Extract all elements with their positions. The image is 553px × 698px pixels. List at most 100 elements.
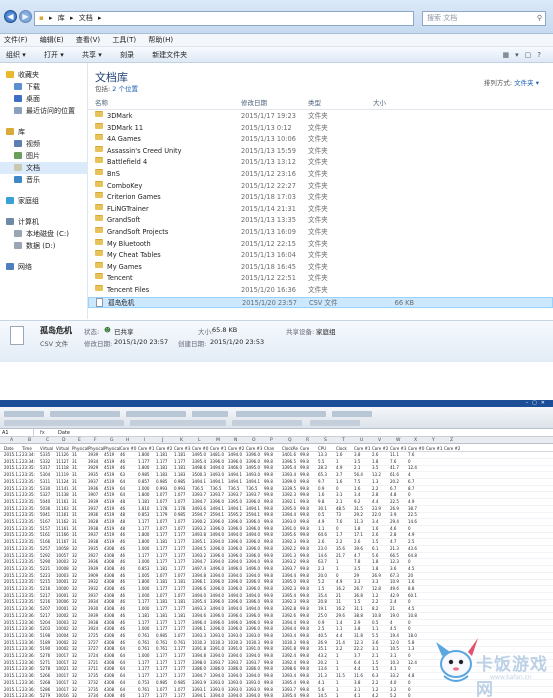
sheet-cell[interactable]: 3393.0 <box>282 519 299 526</box>
sheet-cell[interactable]: 99.8 <box>264 633 281 640</box>
sheet-cell[interactable]: 3396.0 <box>228 519 245 526</box>
sheet-cell[interactable]: 1.177 <box>174 660 191 667</box>
sheet-cell[interactable]: 5040 <box>40 499 57 506</box>
sheet-cell[interactable]: 0.857 <box>138 479 155 486</box>
menu-view[interactable]: 查看(V) <box>76 36 100 44</box>
column-letter[interactable]: Q <box>288 437 292 444</box>
sheet-cell[interactable]: 3394.0 <box>210 673 227 680</box>
sheet-cell[interactable]: 3594.1 <box>210 512 227 519</box>
sheet-cell[interactable]: 12.3 <box>390 559 407 566</box>
sheet-cell[interactable]: 4.4 <box>372 499 389 506</box>
sheet-cell[interactable]: 1.077 <box>156 687 173 694</box>
sheet-row[interactable]: 2015.1.2023:35:5157111613139384519481.17… <box>0 526 553 533</box>
sheet-cell[interactable]: 99.8 <box>300 499 317 506</box>
sheet-cell[interactable]: 5276 <box>40 653 57 660</box>
sheet-cell[interactable]: 5.5 <box>372 633 389 640</box>
sheet-header-cell[interactable]: Core <box>300 445 317 452</box>
sheet-cell[interactable]: 0.761 <box>138 646 155 653</box>
sheet-cell[interactable]: 5311 <box>40 479 57 486</box>
sheet-cell[interactable]: 3.4 <box>354 492 371 499</box>
sheet-cell[interactable]: 3396.1 <box>192 579 209 586</box>
sheet-cell[interactable]: 5268 <box>40 680 57 687</box>
sheet-cell[interactable]: 1.3 <box>408 646 425 653</box>
sheet-cell[interactable]: 32 <box>72 666 89 673</box>
column-letter[interactable]: S <box>324 437 327 444</box>
sheet-cell[interactable]: 21.3 <box>390 546 407 553</box>
sheet-cell[interactable]: 2015.1.20 <box>4 646 21 653</box>
sheet-cell[interactable]: 4.6 <box>390 526 407 533</box>
sheet-cell[interactable]: 3392.1 <box>282 499 299 506</box>
sheet-cell[interactable]: 99.8 <box>264 546 281 553</box>
sheet-cell[interactable]: 3386.0 <box>192 666 209 673</box>
sheet-cell[interactable]: 1.178 <box>174 506 191 513</box>
search-input[interactable]: 搜索 文档 ⚲ <box>422 11 546 26</box>
sheet-cell[interactable]: 99.8 <box>300 693 317 698</box>
sheet-cell[interactable]: 12.4 <box>408 660 425 667</box>
sheet-cell[interactable]: 0.985 <box>174 479 191 486</box>
sheet-cell[interactable]: 23:36: <box>22 687 39 694</box>
sheet-cell[interactable]: 23:35: <box>22 586 39 593</box>
sheet-cell[interactable]: 1.077 <box>174 633 191 640</box>
sheet-cell[interactable]: 4.8 <box>408 673 425 680</box>
sheet-cell[interactable]: 5330 <box>40 486 57 493</box>
sheet-cell[interactable]: 46 <box>120 593 137 600</box>
sheet-cell[interactable]: 3396.0 <box>228 626 245 633</box>
sheet-cell[interactable]: 20 <box>408 573 425 580</box>
sheet-cell[interactable]: 3924 <box>88 626 105 633</box>
column-letter[interactable]: U <box>360 437 363 444</box>
sheet-cell[interactable]: 5317 <box>40 465 57 472</box>
sheet-cell[interactable]: 3939 <box>88 499 105 506</box>
sheet-cell[interactable]: 3396.0 <box>246 613 263 620</box>
sheet-cell[interactable]: 2015.1.20 <box>4 687 21 694</box>
sheet-cell[interactable]: 46 <box>120 626 137 633</box>
sheet-cell[interactable]: 11138 <box>56 492 73 499</box>
sheet-cell[interactable]: 61.6 <box>390 472 407 479</box>
sheet-cell[interactable]: 5.2 <box>390 693 407 698</box>
sheet-cell[interactable]: 60.1 <box>408 593 425 600</box>
sheet-cell[interactable]: 99.8 <box>300 633 317 640</box>
sheet-cell[interactable]: 64 <box>120 646 137 653</box>
sheet-cell[interactable]: 2.2 <box>336 646 353 653</box>
sheet-cell[interactable]: 3394.7 <box>192 559 209 566</box>
file-row[interactable]: 孤岛危机 2015/1/20 23:57 CSV 文件 66 KB <box>88 296 553 309</box>
sheet-cell[interactable]: 3493.0 <box>210 472 227 479</box>
sheet-cell[interactable]: 3393.0 <box>228 680 245 687</box>
arrange-dropdown[interactable]: 文件夹 ▾ <box>514 79 539 87</box>
sheet-cell[interactable]: 4.1 <box>318 680 335 687</box>
sheet-cell[interactable]: 4308 <box>104 566 121 573</box>
sheet-cell[interactable]: 10017 <box>56 687 73 694</box>
sheet-cell[interactable]: 4 <box>408 472 425 479</box>
sheet-cell[interactable]: 7.5 <box>354 479 371 486</box>
sheet-cell[interactable]: 99.8 <box>300 640 317 647</box>
sheet-cell[interactable]: 3394.4 <box>282 626 299 633</box>
share-button[interactable]: 共享 ▾ <box>82 51 102 59</box>
sheet-cell[interactable]: 99.8 <box>264 566 281 573</box>
nav-item[interactable]: 数据 (D:) <box>0 240 87 252</box>
sheet-header-cell[interactable]: Physical <box>72 445 89 452</box>
sheet-cell[interactable]: 32 <box>72 680 89 687</box>
sheet-cell[interactable]: 23:35: <box>22 593 39 600</box>
sheet-cell[interactable]: 3398.0 <box>192 660 209 667</box>
sheet-cell[interactable]: 3394.8 <box>192 653 209 660</box>
sheet-cell[interactable]: 1.177 <box>174 459 191 466</box>
sheet-cell[interactable]: 21.7 <box>336 553 353 560</box>
sheet-cell[interactable]: 64 <box>120 666 137 673</box>
sheet-cell[interactable]: 48 <box>120 519 137 526</box>
sheet-cell[interactable]: 23:35: <box>22 486 39 493</box>
column-letter[interactable]: F <box>94 437 97 444</box>
sheet-cell[interactable]: 3396.0 <box>228 586 245 593</box>
open-button[interactable]: 打开 ▾ <box>44 51 64 59</box>
sheet-cell[interactable]: 2.5 <box>408 539 425 546</box>
sheet-cell[interactable]: 3930 <box>88 606 105 613</box>
sheet-cell[interactable]: 3395.4 <box>192 599 209 606</box>
sheet-cell[interactable]: 5204 <box>40 620 57 627</box>
sheet-cell[interactable]: 3494.0 <box>210 606 227 613</box>
sheet-cell[interactable]: 99.8 <box>264 486 281 493</box>
sheet-cell[interactable]: 7.6 <box>336 519 353 526</box>
sheet-cell[interactable]: 25.0 <box>318 613 335 620</box>
sheet-cell[interactable]: 5203 <box>40 626 57 633</box>
sheet-cell[interactable]: 1.177 <box>138 666 155 673</box>
sheet-cell[interactable]: 1.8 <box>372 566 389 573</box>
sheet-cell[interactable]: 3396.0 <box>246 586 263 593</box>
sheet-cell[interactable]: 21.3 <box>318 673 335 680</box>
